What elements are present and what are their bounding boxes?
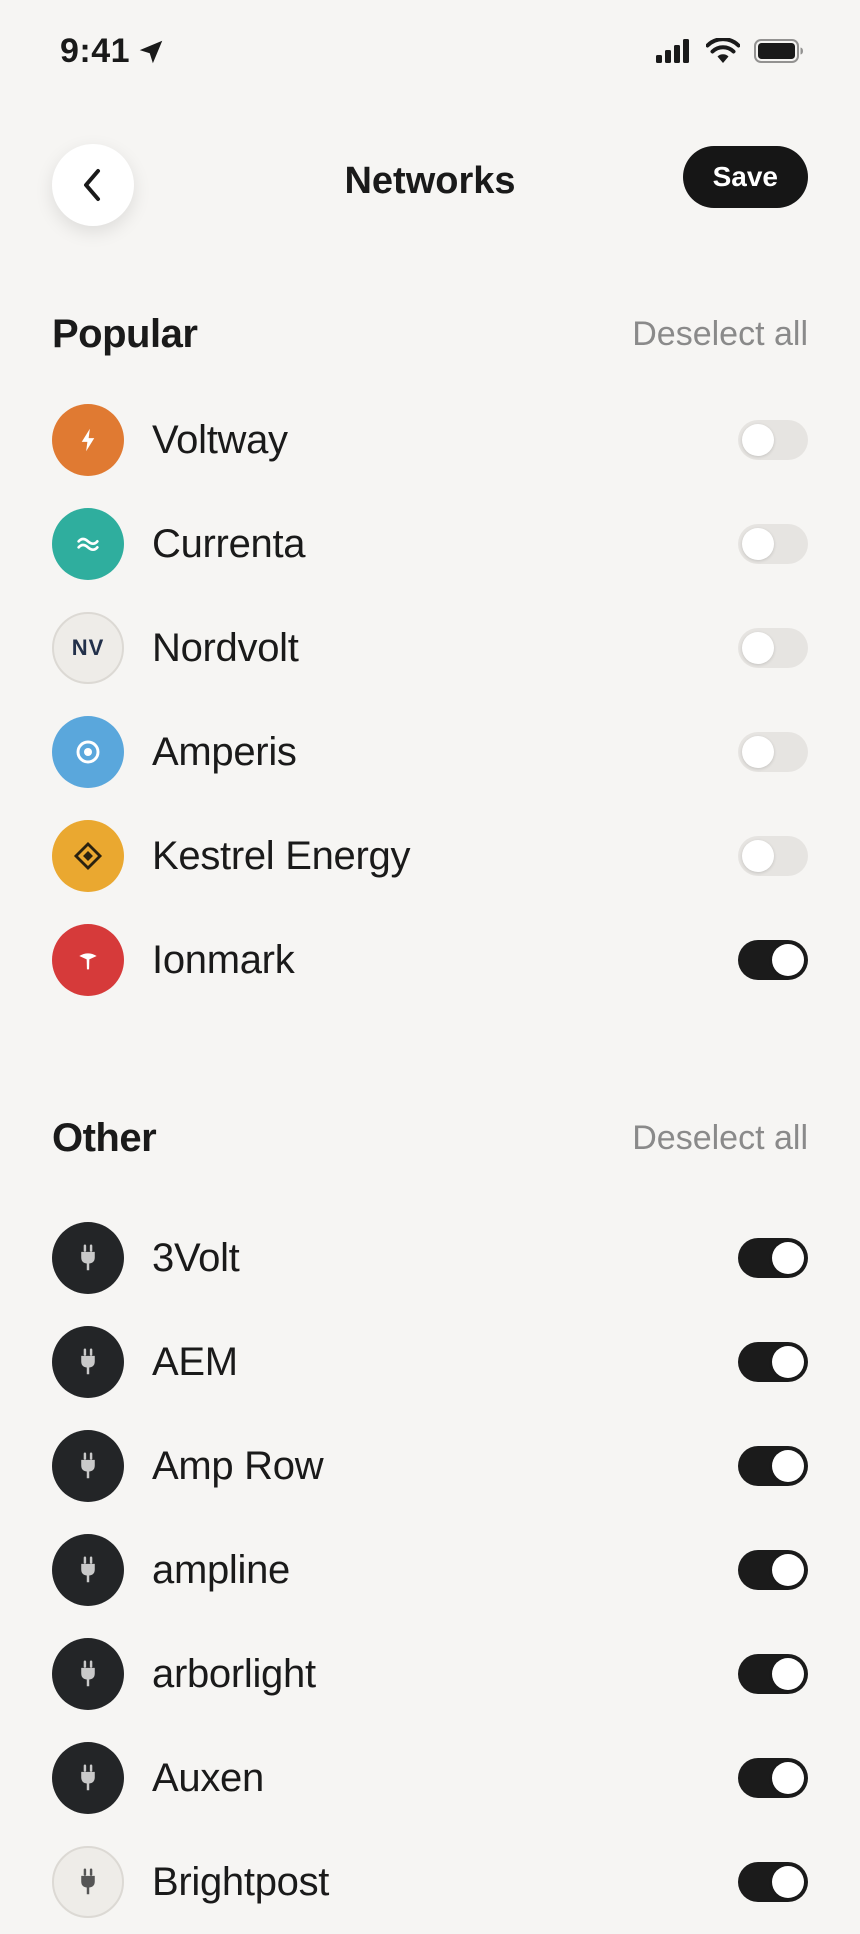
nordvolt-toggle[interactable] [738, 628, 808, 668]
list-item[interactable]: AEM [52, 1310, 808, 1414]
plug-icon [81, 1660, 95, 1687]
diamond-icon [73, 841, 103, 871]
network-logo [52, 1638, 124, 1710]
plug-icon [81, 1556, 95, 1583]
kestrel-energy-logo [52, 820, 124, 892]
other-section-header: Other Deselect all [52, 1108, 808, 1168]
network-logo [52, 1430, 124, 1502]
wave-icon [77, 537, 99, 551]
list-item[interactable]: ampline [52, 1518, 808, 1622]
pin-icon [79, 953, 97, 970]
other-list: 3Volt AEM Amp Row ampline arborlight Aux… [52, 1206, 808, 1934]
location-arrow-icon [139, 40, 163, 63]
battery-icon [754, 39, 803, 63]
list-item[interactable]: Auxen [52, 1726, 808, 1830]
save-button[interactable]: Save [682, 146, 808, 208]
list-item[interactable]: NV Nordvolt [52, 596, 808, 700]
list-item-label: Auxen [152, 1755, 264, 1800]
ionmark-toggle[interactable] [738, 940, 808, 980]
list-item[interactable]: 3Volt [52, 1206, 808, 1310]
header: Networks Save [0, 144, 860, 252]
brightpost-toggle[interactable] [738, 1862, 808, 1902]
list-item[interactable]: Currenta [52, 492, 808, 596]
toggle-knob [742, 840, 774, 872]
status-bar: 9:41 [0, 0, 860, 108]
cellular-signal-icon [656, 39, 689, 63]
popular-section-header: Popular Deselect all [52, 304, 808, 364]
ionmark-logo [52, 924, 124, 996]
list-item-label: Voltway [152, 417, 288, 462]
toggle-knob [772, 1554, 804, 1586]
list-item-label: ampline [152, 1547, 290, 1592]
toggle-knob [772, 944, 804, 976]
network-logo [52, 1846, 124, 1918]
plug-icon [81, 1348, 95, 1375]
list-item[interactable]: Amp Row [52, 1414, 808, 1518]
list-item-label: Kestrel Energy [152, 833, 411, 878]
bolt-icon [81, 428, 95, 452]
toggle-knob [772, 1762, 804, 1794]
list-item-label: 3Volt [152, 1235, 240, 1280]
voltway-toggle[interactable] [738, 420, 808, 460]
deselect-all-other-button[interactable]: Deselect all [632, 1119, 808, 1158]
list-item[interactable]: Ionmark [52, 908, 808, 1012]
network-logo [52, 1742, 124, 1814]
aem-toggle[interactable] [738, 1342, 808, 1382]
voltway-logo [52, 404, 124, 476]
amperis-toggle[interactable] [738, 732, 808, 772]
target-icon [76, 740, 100, 764]
list-item[interactable]: Kestrel Energy [52, 804, 808, 908]
plug-icon [81, 1452, 95, 1479]
status-icons [656, 38, 804, 64]
toggle-knob [742, 424, 774, 456]
network-logo [52, 1534, 124, 1606]
plug-icon [81, 1244, 95, 1271]
deselect-all-popular-button[interactable]: Deselect all [632, 315, 808, 354]
list-item-label: Nordvolt [152, 625, 299, 670]
amp-row-toggle[interactable] [738, 1446, 808, 1486]
network-logo [52, 1222, 124, 1294]
list-item-label: Ionmark [152, 937, 295, 982]
other-section: Other Deselect all 3Volt AEM Amp Row amp… [52, 1108, 808, 1934]
list-item[interactable]: Brightpost [52, 1830, 808, 1934]
toggle-knob [742, 736, 774, 768]
amperis-logo [52, 716, 124, 788]
popular-list: Voltway Currenta NV Nordvolt Amperis Kes… [52, 388, 808, 1012]
3volt-toggle[interactable] [738, 1238, 808, 1278]
toggle-knob [772, 1658, 804, 1690]
wifi-icon [706, 38, 740, 63]
ampline-toggle[interactable] [738, 1550, 808, 1590]
currenta-toggle[interactable] [738, 524, 808, 564]
popular-section: Popular Deselect all Voltway Currenta NV… [52, 304, 808, 1012]
nordvolt-logo-text: NV [71, 635, 105, 660]
list-item[interactable]: Voltway [52, 388, 808, 492]
currenta-logo [52, 508, 124, 580]
network-logo [52, 1326, 124, 1398]
toggle-knob [742, 528, 774, 560]
list-item[interactable]: Amperis [52, 700, 808, 804]
toggle-knob [772, 1242, 804, 1274]
kestrel-energy-toggle[interactable] [738, 836, 808, 876]
section-title: Popular [52, 311, 198, 356]
plug-icon [81, 1868, 95, 1895]
toggle-knob [772, 1346, 804, 1378]
list-item-label: Brightpost [152, 1859, 330, 1904]
nordvolt-logo: NV [52, 612, 124, 684]
toggle-knob [772, 1450, 804, 1482]
section-title: Other [52, 1115, 157, 1160]
toggle-knob [742, 632, 774, 664]
arborlight-toggle[interactable] [738, 1654, 808, 1694]
list-item-label: arborlight [152, 1651, 316, 1696]
list-item[interactable]: arborlight [52, 1622, 808, 1726]
status-time: 9:41 [60, 32, 166, 71]
plug-icon [81, 1764, 95, 1791]
list-item-label: Currenta [152, 521, 306, 566]
list-item-label: Amperis [152, 729, 297, 774]
auxen-toggle[interactable] [738, 1758, 808, 1798]
list-item-label: AEM [152, 1339, 238, 1384]
toggle-knob [772, 1866, 804, 1898]
list-item-label: Amp Row [152, 1443, 324, 1488]
status-time-text: 9:41 [60, 32, 131, 70]
